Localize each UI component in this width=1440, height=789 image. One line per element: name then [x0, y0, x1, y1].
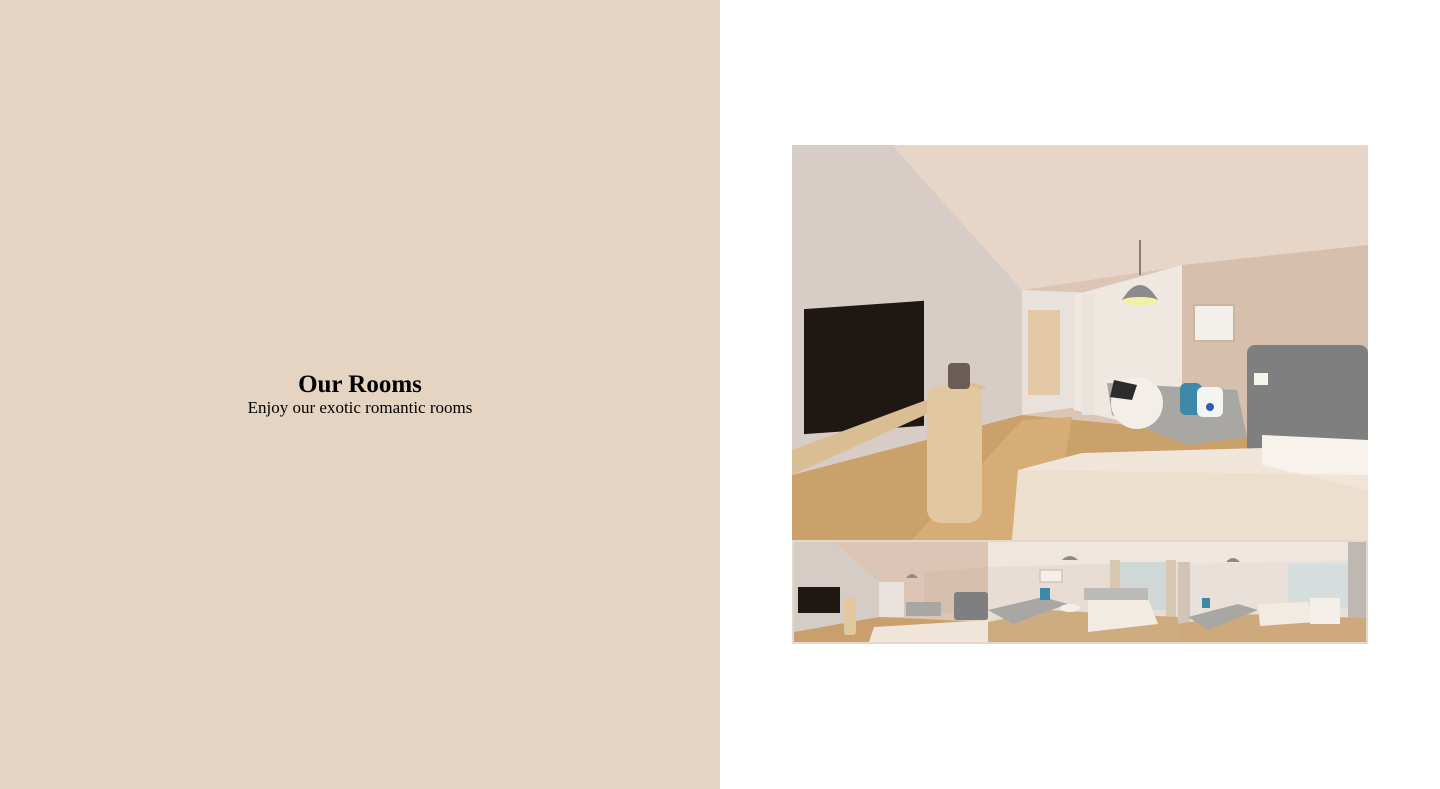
- room-thumbnail-3[interactable]: [1178, 542, 1366, 642]
- room-gallery: [792, 145, 1368, 644]
- section-title: Our Rooms: [298, 371, 422, 398]
- room-thumbnail-1[interactable]: [794, 542, 988, 642]
- room-thumbnail-2[interactable]: [988, 542, 1178, 642]
- main-room-photo: [792, 145, 1368, 540]
- rooms-heading-block: Our Rooms Enjoy our exotic romantic room…: [0, 371, 720, 417]
- section-subtitle: Enjoy our exotic romantic rooms: [247, 398, 473, 417]
- thumbnail-strip: [792, 540, 1368, 644]
- intro-panel: Our Rooms Enjoy our exotic romantic room…: [0, 0, 720, 789]
